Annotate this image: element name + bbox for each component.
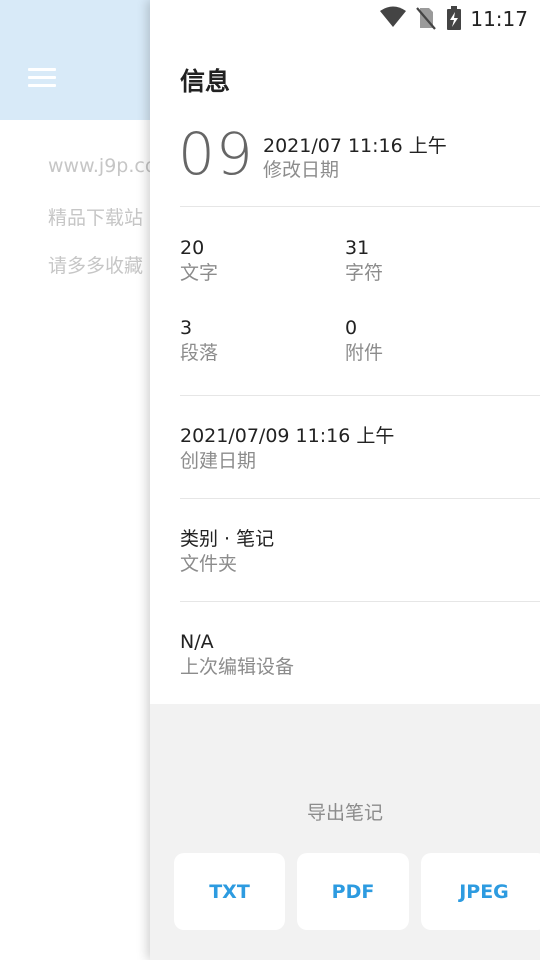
divider	[180, 206, 540, 207]
divider	[180, 498, 540, 499]
menu-icon[interactable]	[28, 68, 56, 88]
word-count-value: 20	[180, 237, 205, 259]
drawer-title: 信息	[180, 67, 231, 96]
paragraph-count-value: 3	[180, 317, 193, 339]
background-note-line: www.j9p.co	[48, 155, 157, 177]
last-device-block: N/A 上次编辑设备	[180, 630, 294, 680]
attachment-count-value: 0	[345, 317, 358, 339]
modified-date-label: 修改日期	[263, 159, 340, 181]
status-time: 11:17	[470, 7, 528, 31]
last-device-label: 上次编辑设备	[180, 656, 295, 678]
background-note-line: 请多多收藏	[48, 255, 144, 277]
last-device-value: N/A	[180, 631, 214, 653]
folder-value: 类别 · 笔记	[180, 528, 275, 550]
export-jpeg-button[interactable]: JPEG	[421, 853, 540, 930]
modified-day: 09	[178, 120, 254, 188]
attachment-count-label: 附件	[345, 342, 384, 364]
char-count-stat: 31 字符	[345, 236, 383, 286]
word-count-label: 文字	[180, 262, 219, 284]
no-sim-icon	[416, 7, 436, 30]
divider	[180, 395, 540, 396]
divider	[180, 601, 540, 602]
export-pdf-button[interactable]: PDF	[297, 853, 409, 930]
info-drawer: 11:17 信息 09 2021/07 11:16 上午 修改日期 20 文字 …	[150, 0, 540, 960]
created-date-value: 2021/07/09 11:16 上午	[180, 425, 395, 447]
background-note-line: 精品下载站	[48, 207, 144, 229]
wifi-icon	[380, 6, 406, 27]
export-section: 导出笔记 TXT PDF JPEG	[150, 704, 540, 960]
created-date-block: 2021/07/09 11:16 上午 创建日期	[180, 424, 394, 474]
folder-label: 文件夹	[180, 553, 238, 575]
folder-block: 类别 · 笔记 文件夹	[180, 527, 274, 577]
status-bar: 11:17	[150, 0, 540, 36]
export-txt-button[interactable]: TXT	[174, 853, 285, 930]
modified-date-value: 2021/07 11:16 上午	[263, 135, 447, 157]
char-count-value: 31	[345, 237, 370, 259]
paragraph-count-stat: 3 段落	[180, 316, 218, 366]
paragraph-count-label: 段落	[180, 342, 219, 364]
created-date-label: 创建日期	[180, 450, 257, 472]
battery-charging-icon	[447, 6, 461, 30]
export-title: 导出笔记	[306, 802, 383, 824]
char-count-label: 字符	[345, 262, 384, 284]
screen: www.j9p.co 精品下载站 请多多收藏 11:17 信息 09 2021/…	[0, 0, 540, 960]
attachment-count-stat: 0 附件	[345, 316, 383, 366]
word-count-stat: 20 文字	[180, 236, 218, 286]
